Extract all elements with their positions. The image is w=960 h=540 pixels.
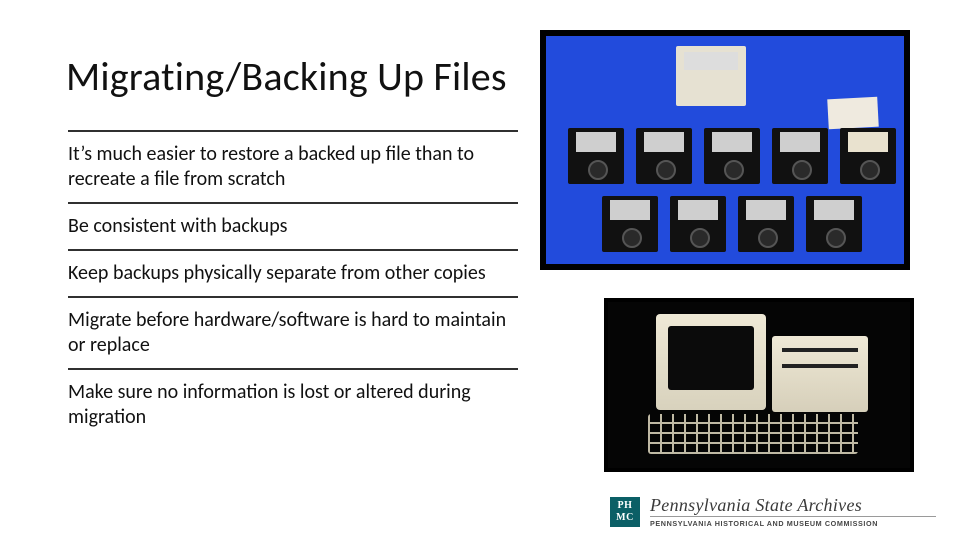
list-item: It’s much easier to restore a backed up … <box>68 132 518 202</box>
list-item: Be consistent with backups <box>68 204 518 249</box>
index-card-icon <box>827 97 879 130</box>
footer-org-sub: PENNSYLVANIA HISTORICAL AND MUSEUM COMMI… <box>650 516 936 528</box>
monitor-icon <box>656 314 766 410</box>
floppy-icon <box>568 128 624 184</box>
floppy-icon <box>738 196 794 252</box>
floppy-icon <box>670 196 726 252</box>
floppy-icon <box>840 128 896 184</box>
disk-drive-icon <box>772 336 868 412</box>
footer: PH MC Pennsylvania State Archives PENNSY… <box>610 496 936 528</box>
floppy-icon <box>704 128 760 184</box>
list-item: Make sure no information is lost or alte… <box>68 370 518 440</box>
keyboard-icon <box>648 414 858 454</box>
slide-title: Migrating/Backing Up Files <box>66 52 507 101</box>
bullet-list: It’s much easier to restore a backed up … <box>68 130 518 440</box>
image-vintage-computer-content <box>608 302 910 468</box>
image-floppy-disks <box>540 30 910 270</box>
floppy-icon <box>602 196 658 252</box>
disk-box-icon <box>676 46 746 106</box>
slide: Migrating/Backing Up Files It’s much eas… <box>0 0 960 540</box>
floppy-icon <box>636 128 692 184</box>
floppy-icon <box>772 128 828 184</box>
phmc-logo: PH MC <box>610 497 640 527</box>
list-item: Migrate before hardware/software is hard… <box>68 298 518 368</box>
list-item: Keep backups physically separate from ot… <box>68 251 518 296</box>
floppy-icon <box>806 196 862 252</box>
footer-org: Pennsylvania State Archives PENNSYLVANIA… <box>650 496 936 528</box>
image-vintage-computer <box>604 298 914 472</box>
footer-org-name: Pennsylvania State Archives <box>650 496 862 514</box>
image-floppy-disks-content <box>546 36 904 264</box>
